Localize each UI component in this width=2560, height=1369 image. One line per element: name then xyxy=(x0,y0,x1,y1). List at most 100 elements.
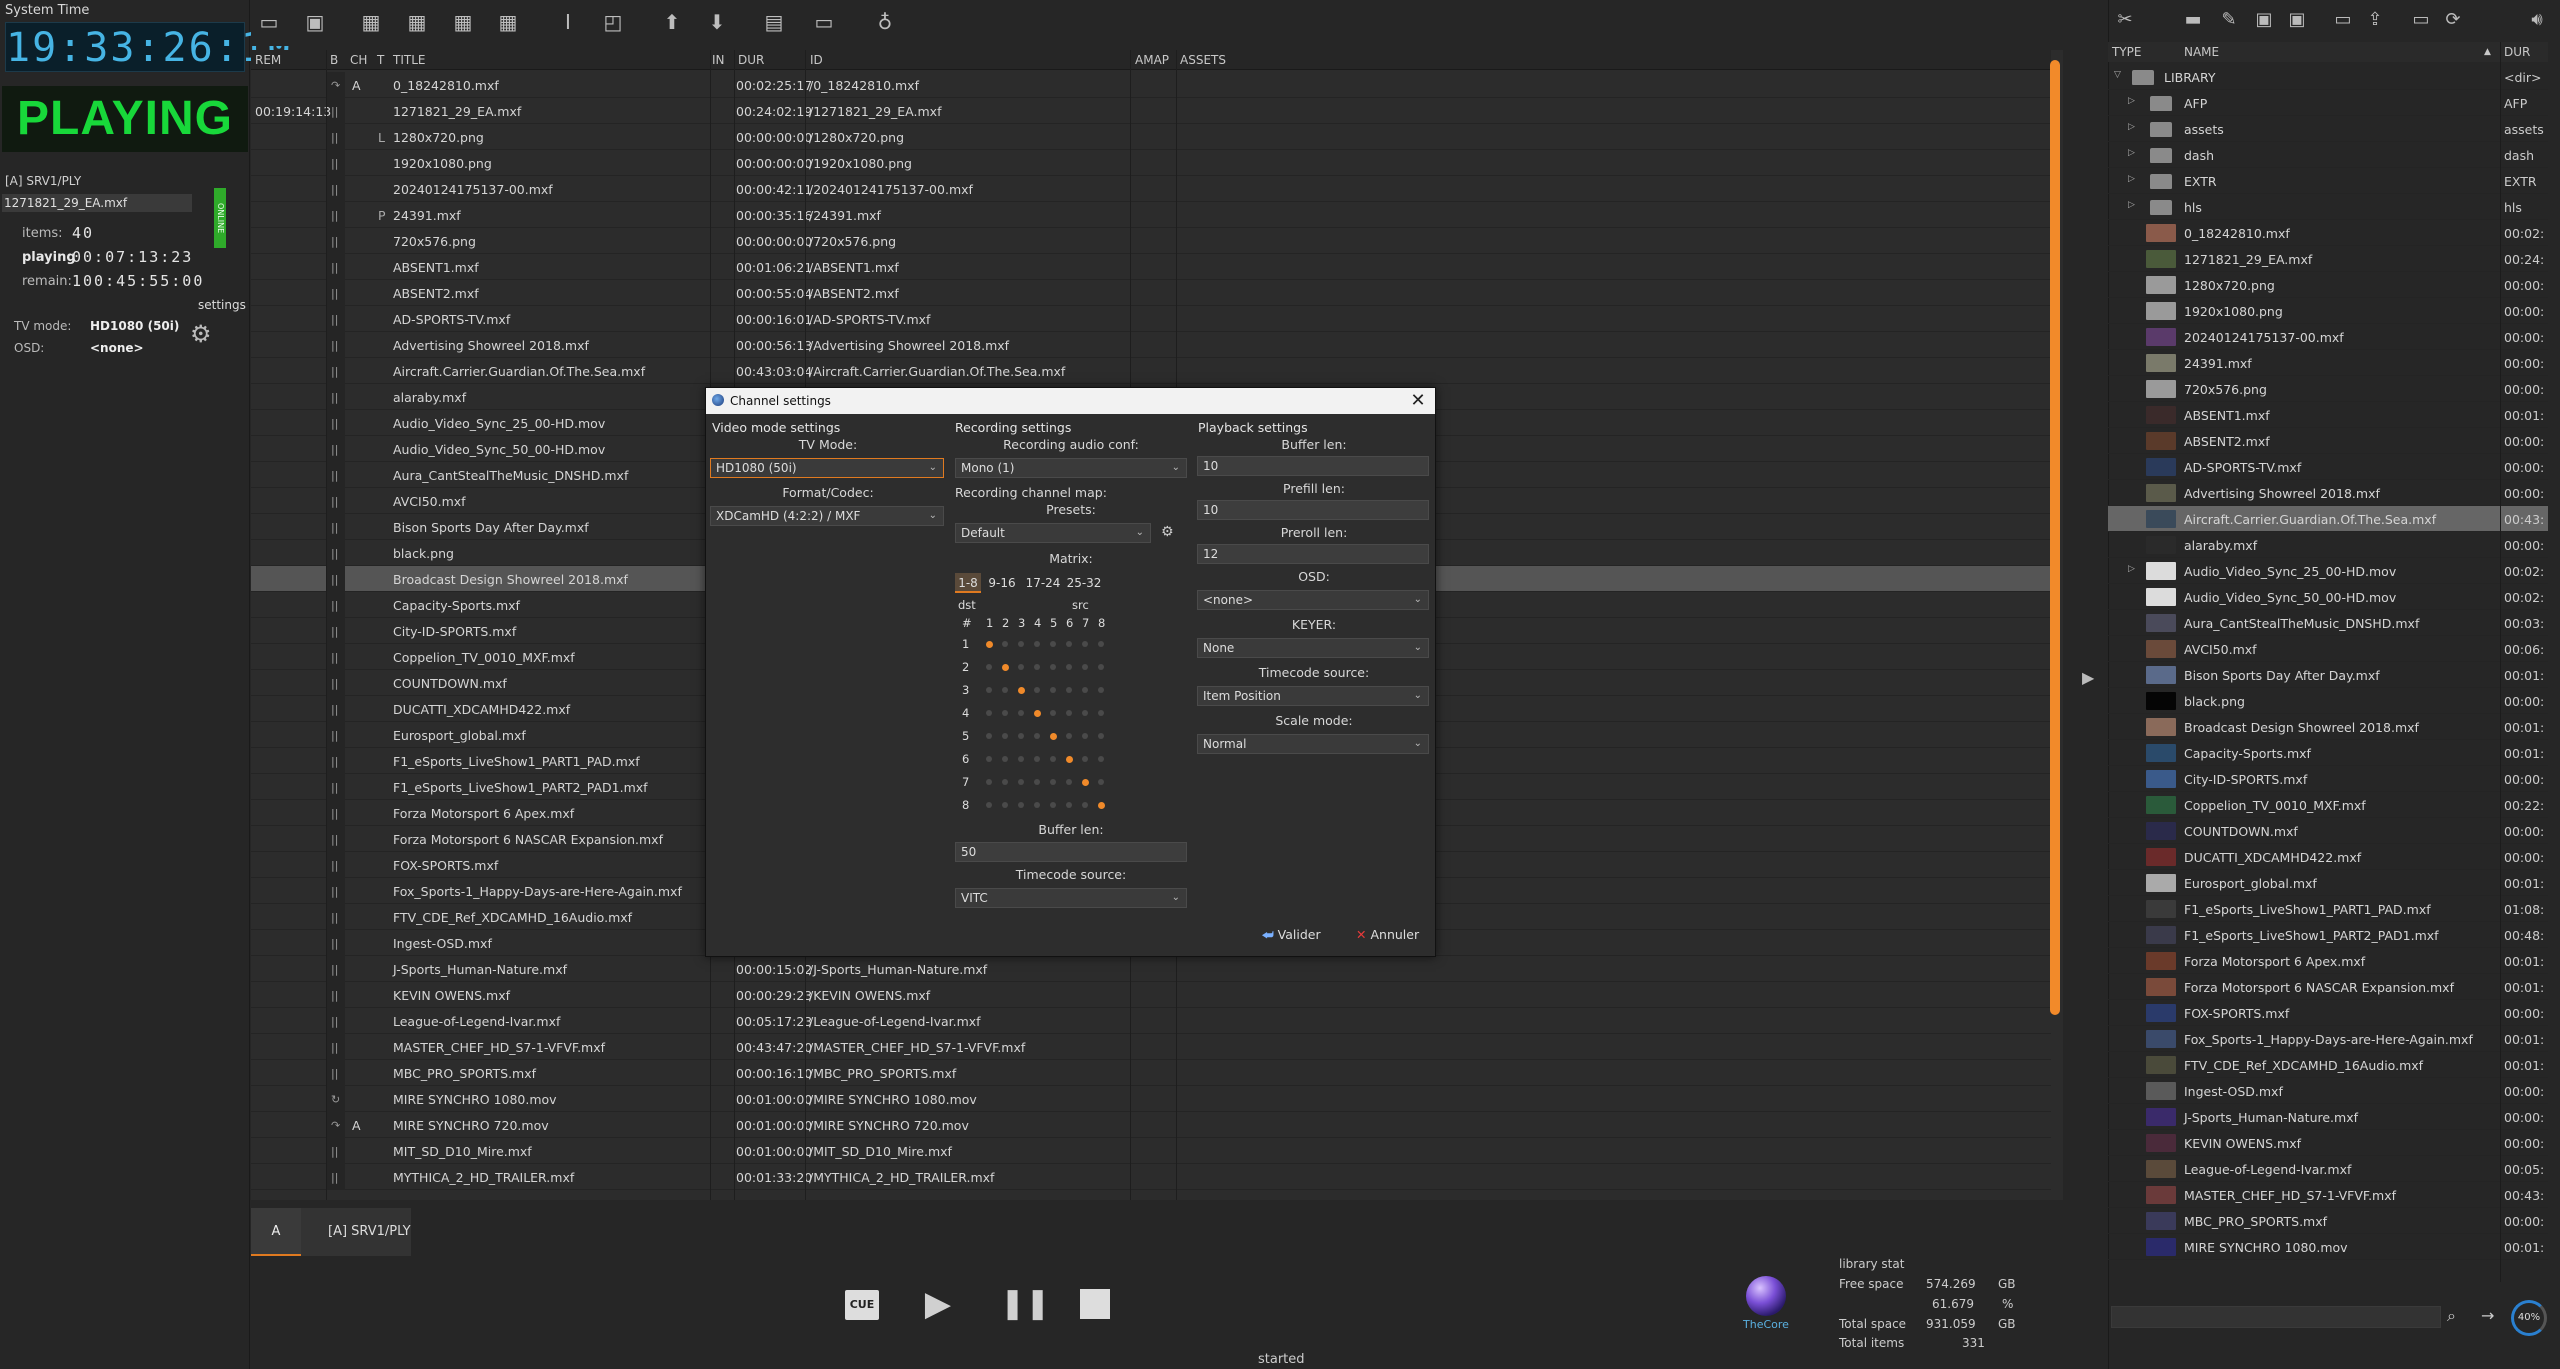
col-ch[interactable]: CH xyxy=(350,53,367,67)
library-row[interactable]: ▷ hls hls xyxy=(2108,194,2548,220)
col-name[interactable]: NAME xyxy=(2184,45,2219,59)
crop-icon[interactable]: ◰ xyxy=(600,9,626,35)
pause-button[interactable]: ❚❚ xyxy=(1000,1286,1050,1322)
settings-gear-icon[interactable]: ⚙ xyxy=(190,322,214,346)
search-icon[interactable]: ⌕ xyxy=(2447,1306,2469,1328)
playlist-row[interactable]: || MYTHICA_2_HD_TRAILER.mxf 00:01:33:20/MY… xyxy=(251,1164,2051,1190)
pb-osd-select[interactable]: <none> ⌄ xyxy=(1197,590,1429,610)
matrix-cell[interactable] xyxy=(1098,710,1104,716)
col-title[interactable]: TITLE xyxy=(393,53,425,67)
cut-icon[interactable]: ✂ xyxy=(2113,8,2137,32)
matrix-cell[interactable] xyxy=(1002,756,1008,762)
library-row[interactable]: 720x576.png 00:00: xyxy=(2108,376,2548,402)
playlist-row[interactable]: || L 1280x720.png 00:00:00:00/1280x720.png xyxy=(251,124,2051,150)
play-button[interactable]: ▶ xyxy=(921,1286,955,1322)
col-in[interactable]: IN xyxy=(712,53,725,67)
film-icon[interactable]: ▦ xyxy=(358,9,384,35)
matrix-cell[interactable] xyxy=(1018,779,1024,785)
playlist-row[interactable]: || KEVIN OWENS.mxf 00:00:29:23/KEVIN OWENS… xyxy=(251,982,2051,1008)
close-icon[interactable]: ✕ xyxy=(1407,390,1429,412)
matrix-cell[interactable] xyxy=(1098,664,1104,670)
playlist-row[interactable]: || Aircraft.Carrier.Guardian.Of.The.Sea.m… xyxy=(251,358,2051,384)
playlist-row[interactable]: || League-of-Legend-Ivar.mxf 00:05:17:23/L… xyxy=(251,1008,2051,1034)
playlist-row[interactable]: ↻ MIRE SYNCHRO 1080.mov 00:01:00:00/MIRE S… xyxy=(251,1086,2051,1112)
ok-button[interactable]: ⮨ Valider xyxy=(1262,922,1321,948)
matrix-cell[interactable] xyxy=(986,779,992,785)
matrix-cell[interactable] xyxy=(1098,779,1104,785)
library-row[interactable]: ▷ AFP AFP xyxy=(2108,90,2548,116)
col-t[interactable]: T xyxy=(377,53,384,67)
library-row[interactable]: MASTER_CHEF_HD_S7-1-VFVF.mxf 00:43: xyxy=(2108,1182,2548,1208)
document-icon[interactable]: ▤ xyxy=(761,9,787,35)
playlist-row[interactable]: || 1920x1080.png 00:00:00:00/1920x1080.png xyxy=(251,150,2051,176)
channel-tab-letter[interactable]: A xyxy=(251,1208,301,1256)
col-duration[interactable]: DUR xyxy=(2504,45,2530,59)
matrix-cell[interactable] xyxy=(1082,687,1088,693)
matrix-cell[interactable] xyxy=(1066,641,1072,647)
prefill-input[interactable]: 10 xyxy=(1197,500,1429,520)
playlist-row[interactable]: || 20240124175137-00.mxf 00:00:42:11/20240… xyxy=(251,176,2051,202)
move-down-icon[interactable]: ⬇ xyxy=(704,9,730,35)
library-row[interactable]: ▷ Audio_Video_Sync_25_00-HD.mov 00:02: xyxy=(2108,558,2548,584)
playlist-row[interactable]: || MASTER_CHEF_HD_S7-1-VFVF.mxf 00:43:47:2… xyxy=(251,1034,2051,1060)
matrix-cell[interactable] xyxy=(1066,664,1072,670)
matrix-cell[interactable] xyxy=(1001,663,1009,671)
library-row[interactable]: Audio_Video_Sync_50_00-HD.mov 00:02: xyxy=(2108,584,2548,610)
library-row[interactable]: AVCI50.mxf 00:06: xyxy=(2108,636,2548,662)
library-row[interactable]: MBC_PRO_SPORTS.mxf 00:00: xyxy=(2108,1208,2548,1234)
library-row[interactable]: MIRE SYNCHRO 1080.mov 00:01: xyxy=(2108,1234,2548,1260)
matrix-cell[interactable] xyxy=(1033,709,1041,717)
matrix-cell[interactable] xyxy=(1002,779,1008,785)
playlist-row[interactable]: || 00:19:14:13 1271821_29_EA.mxf 00:24:02:1… xyxy=(251,98,2051,124)
zoom-indicator[interactable]: 40% xyxy=(2511,1300,2547,1336)
expand-icon[interactable]: ▷ xyxy=(2128,122,2135,132)
playlist-row[interactable]: || MIT_SD_D10_Mire.mxf 00:01:00:00/MIT_SD_… xyxy=(251,1138,2051,1164)
sort-up-icon[interactable]: ▲ xyxy=(2484,47,2491,57)
library-row[interactable]: 1280x720.png 00:00: xyxy=(2108,272,2548,298)
col-rem[interactable]: REM xyxy=(255,53,281,67)
playlist-row[interactable]: || J-Sports_Human-Nature.mxf 00:00:15:02/J… xyxy=(251,956,2051,982)
cancel-button[interactable]: ✕ Annuler xyxy=(1356,922,1419,948)
matrix-cell[interactable] xyxy=(1050,641,1056,647)
matrix-cell[interactable] xyxy=(1049,732,1057,740)
library-row[interactable]: F1_eSports_LiveShow1_PART2_PAD1.mxf 00:48… xyxy=(2108,922,2548,948)
expand-icon[interactable]: ▷ xyxy=(2128,148,2135,158)
library-row[interactable]: KEVIN OWENS.mxf 00:00: xyxy=(2108,1130,2548,1156)
matrix-cell[interactable] xyxy=(1066,779,1072,785)
col-b[interactable]: B xyxy=(330,53,338,67)
matrix-cell[interactable] xyxy=(985,640,993,648)
library-row[interactable]: ▷ EXTR EXTR xyxy=(2108,168,2548,194)
library-row[interactable]: Eurosport_global.mxf 00:01: xyxy=(2108,870,2548,896)
folder-icon[interactable]: ▬ xyxy=(2181,8,2205,32)
delete-icon[interactable]: ▣ xyxy=(2285,8,2309,32)
library-row[interactable]: ▷ dash dash xyxy=(2108,142,2548,168)
matrix-cell[interactable] xyxy=(1097,801,1105,809)
matrix-cell[interactable] xyxy=(1082,733,1088,739)
pb-timecode-select[interactable]: Item Position ⌄ xyxy=(1197,686,1429,706)
matrix-cell[interactable] xyxy=(1050,802,1056,808)
expand-icon[interactable]: ▷ xyxy=(2128,96,2135,106)
matrix-cell[interactable] xyxy=(986,802,992,808)
matrix-cell[interactable] xyxy=(1082,641,1088,647)
expand-icon[interactable]: ▷ xyxy=(2128,174,2135,184)
playlist-row[interactable]: || ABSENT2.mxf 00:00:55:04/ABSENT2.mxf xyxy=(251,280,2051,306)
library-row[interactable]: 0_18242810.mxf 00:02: xyxy=(2108,220,2548,246)
library-row[interactable]: COUNTDOWN.mxf 00:00: xyxy=(2108,818,2548,844)
matrix-cell[interactable] xyxy=(1002,733,1008,739)
library-row[interactable]: 20240124175137-00.mxf 00:00: xyxy=(2108,324,2548,350)
library-row[interactable]: ABSENT1.mxf 00:01: xyxy=(2108,402,2548,428)
matrix-cell[interactable] xyxy=(1002,710,1008,716)
matrix-cell[interactable] xyxy=(1050,687,1056,693)
col-dur[interactable]: DUR xyxy=(738,53,764,67)
channel-tab[interactable]: A [A] SRV1/PLY xyxy=(251,1208,411,1256)
matrix-cell[interactable] xyxy=(1034,733,1040,739)
matrix-cell[interactable] xyxy=(1002,641,1008,647)
library-row[interactable]: ABSENT2.mxf 00:00: xyxy=(2108,428,2548,454)
matrix-cell[interactable] xyxy=(1034,756,1040,762)
move-up-icon[interactable]: ⬆ xyxy=(659,9,685,35)
matrix-cell[interactable] xyxy=(1098,756,1104,762)
library-row[interactable]: Fox_Sports-1_Happy-Days-are-Here-Again.m… xyxy=(2108,1026,2548,1052)
playlist-row[interactable]: || AD-SPORTS-TV.mxf 00:00:16:01/AD-SPORTS-… xyxy=(251,306,2051,332)
import-icon[interactable]: ▭ xyxy=(2331,8,2355,32)
matrix-cell[interactable] xyxy=(1050,779,1056,785)
